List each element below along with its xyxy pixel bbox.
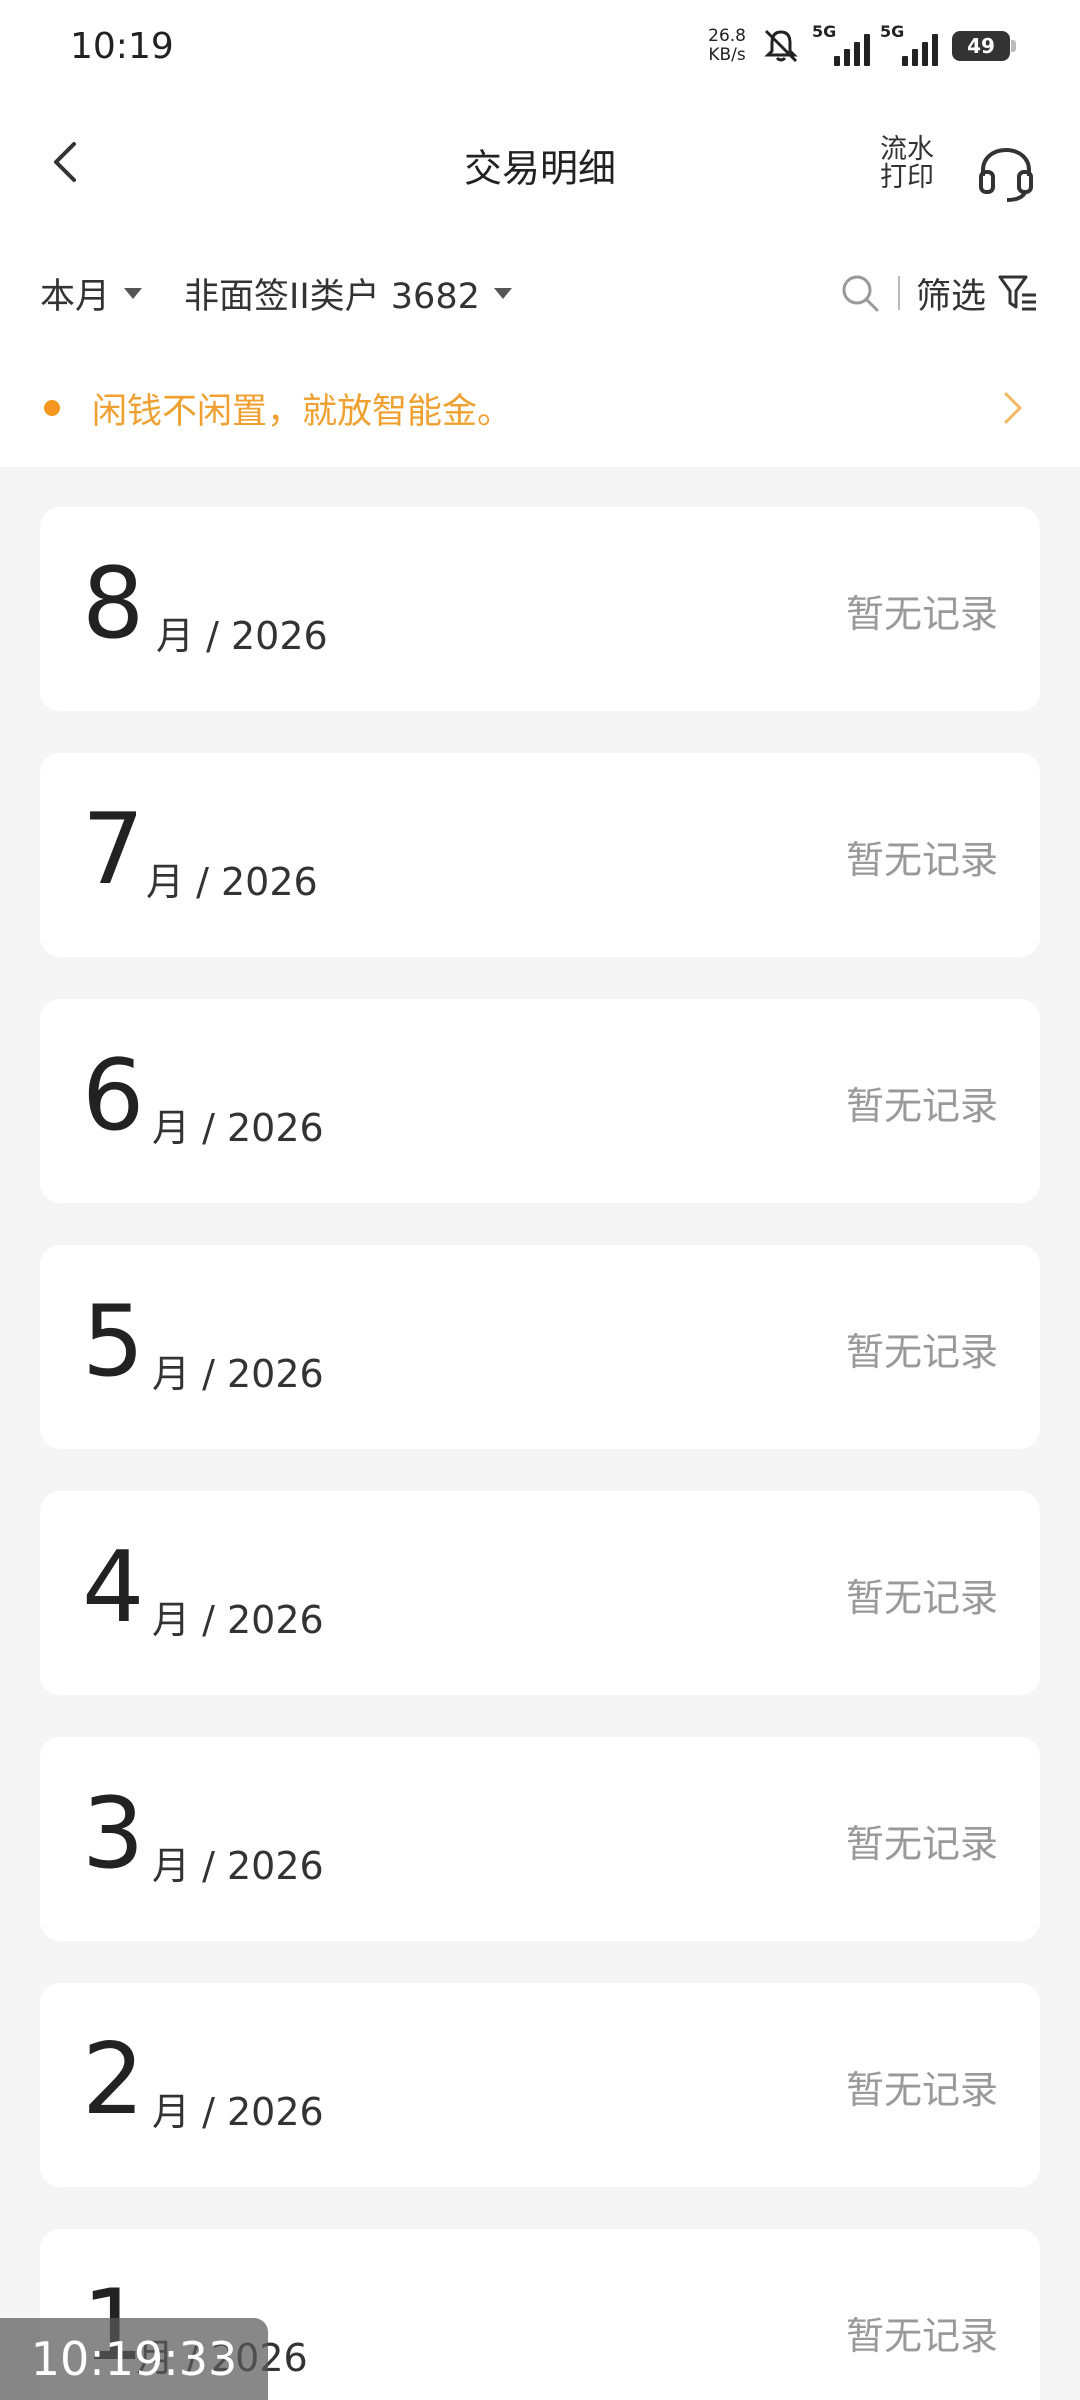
customer-service-icon[interactable]	[975, 142, 1037, 204]
notice-dot-icon	[44, 400, 60, 416]
filter-button-label[interactable]: 筛选	[916, 268, 986, 319]
month-number: 8	[82, 547, 145, 661]
month-card[interactable]: 2 月 / 2026 暂无记录	[40, 1983, 1040, 2187]
record-status: 暂无记录	[845, 592, 998, 636]
net-type-2: 5G	[880, 22, 905, 41]
account-dropdown[interactable]: 非面签II类户 3682	[184, 268, 512, 319]
record-status: 暂无记录	[845, 2314, 998, 2358]
speed-value: 26.8	[708, 26, 746, 46]
signal-2: 5G	[880, 22, 938, 66]
month-card[interactable]: 7 月 / 2026 暂无记录	[40, 753, 1040, 957]
month-number: 7	[82, 793, 145, 907]
record-status: 暂无记录	[845, 1330, 998, 1374]
record-status: 暂无记录	[845, 838, 998, 882]
divider	[897, 276, 900, 310]
month-year: 月 / 2026	[152, 2090, 324, 2134]
month-number: 2	[82, 2023, 145, 2137]
print-label-line1: 流水	[880, 134, 934, 165]
promo-notice[interactable]: 闲钱不闲置，就放智能金。	[0, 349, 1080, 467]
notice-text: 闲钱不闲置，就放智能金。	[92, 391, 513, 432]
period-label: 本月	[40, 276, 111, 317]
month-card[interactable]: 3 月 / 2026 暂无记录	[40, 1737, 1040, 1941]
header: 10:19 26.8 KB/s 5G 5G 49 交易明细 流水 打印 本月 非…	[0, 0, 1080, 467]
record-status: 暂无记录	[845, 1084, 998, 1128]
status-bar: 10:19 26.8 KB/s 5G 5G 49	[0, 0, 1080, 92]
month-number: 4	[82, 1531, 145, 1645]
speed-unit: KB/s	[708, 45, 746, 65]
month-card[interactable]: 5 月 / 2026 暂无记录	[40, 1245, 1040, 1449]
battery-level: 49	[967, 34, 995, 58]
filter-bar: 本月 非面签II类户 3682 筛选	[0, 237, 1080, 349]
record-status: 暂无记录	[845, 1822, 998, 1866]
caret-down-icon	[493, 287, 512, 299]
record-status: 暂无记录	[845, 2068, 998, 2112]
month-year: 月 / 2026	[152, 1844, 324, 1888]
month-year: 月 / 2026	[152, 1598, 324, 1642]
search-icon[interactable]	[838, 271, 882, 315]
filter-icon[interactable]	[996, 271, 1040, 315]
month-number: 5	[82, 1285, 145, 1399]
account-label: 非面签II类户 3682	[184, 276, 480, 317]
month-card[interactable]: 4 月 / 2026 暂无记录	[40, 1491, 1040, 1695]
status-indicators: 26.8 KB/s 5G 5G 49	[708, 22, 1016, 67]
network-speed: 26.8 KB/s	[708, 27, 746, 65]
month-year: 月 / 2026	[146, 860, 318, 904]
month-year: 月 / 2026	[156, 614, 328, 658]
month-number: 3	[82, 1777, 145, 1891]
status-time: 10:19	[70, 25, 174, 67]
month-card[interactable]: 6 月 / 2026 暂无记录	[40, 999, 1040, 1203]
signal-bars-icon	[902, 34, 938, 66]
print-label-line2: 打印	[880, 162, 934, 193]
month-year: 月 / 2026	[152, 1106, 324, 1150]
mute-icon	[764, 29, 798, 63]
signal-1: 5G	[812, 22, 870, 66]
caret-down-icon	[124, 287, 143, 299]
month-card[interactable]: 8 月 / 2026 暂无记录	[40, 507, 1040, 711]
statement-print-button[interactable]: 流水 打印	[880, 136, 934, 192]
month-year: 月 / 2026	[152, 1352, 324, 1396]
record-status: 暂无记录	[845, 1576, 998, 1620]
filter-actions: 筛选	[838, 237, 1040, 349]
period-dropdown[interactable]: 本月	[40, 268, 143, 319]
month-list: 8 月 / 2026 暂无记录 7 月 / 2026 暂无记录 6 月 / 20…	[0, 467, 1080, 2400]
signal-bars-icon	[834, 34, 870, 66]
net-type-1: 5G	[812, 22, 837, 41]
chevron-right-icon	[1004, 392, 1022, 424]
month-number: 6	[82, 1039, 145, 1153]
nav-bar: 交易明细 流水 打印	[0, 92, 1080, 237]
battery-icon: 49	[952, 31, 1016, 61]
screen-recording-timestamp: 10:19:33	[0, 2318, 268, 2400]
